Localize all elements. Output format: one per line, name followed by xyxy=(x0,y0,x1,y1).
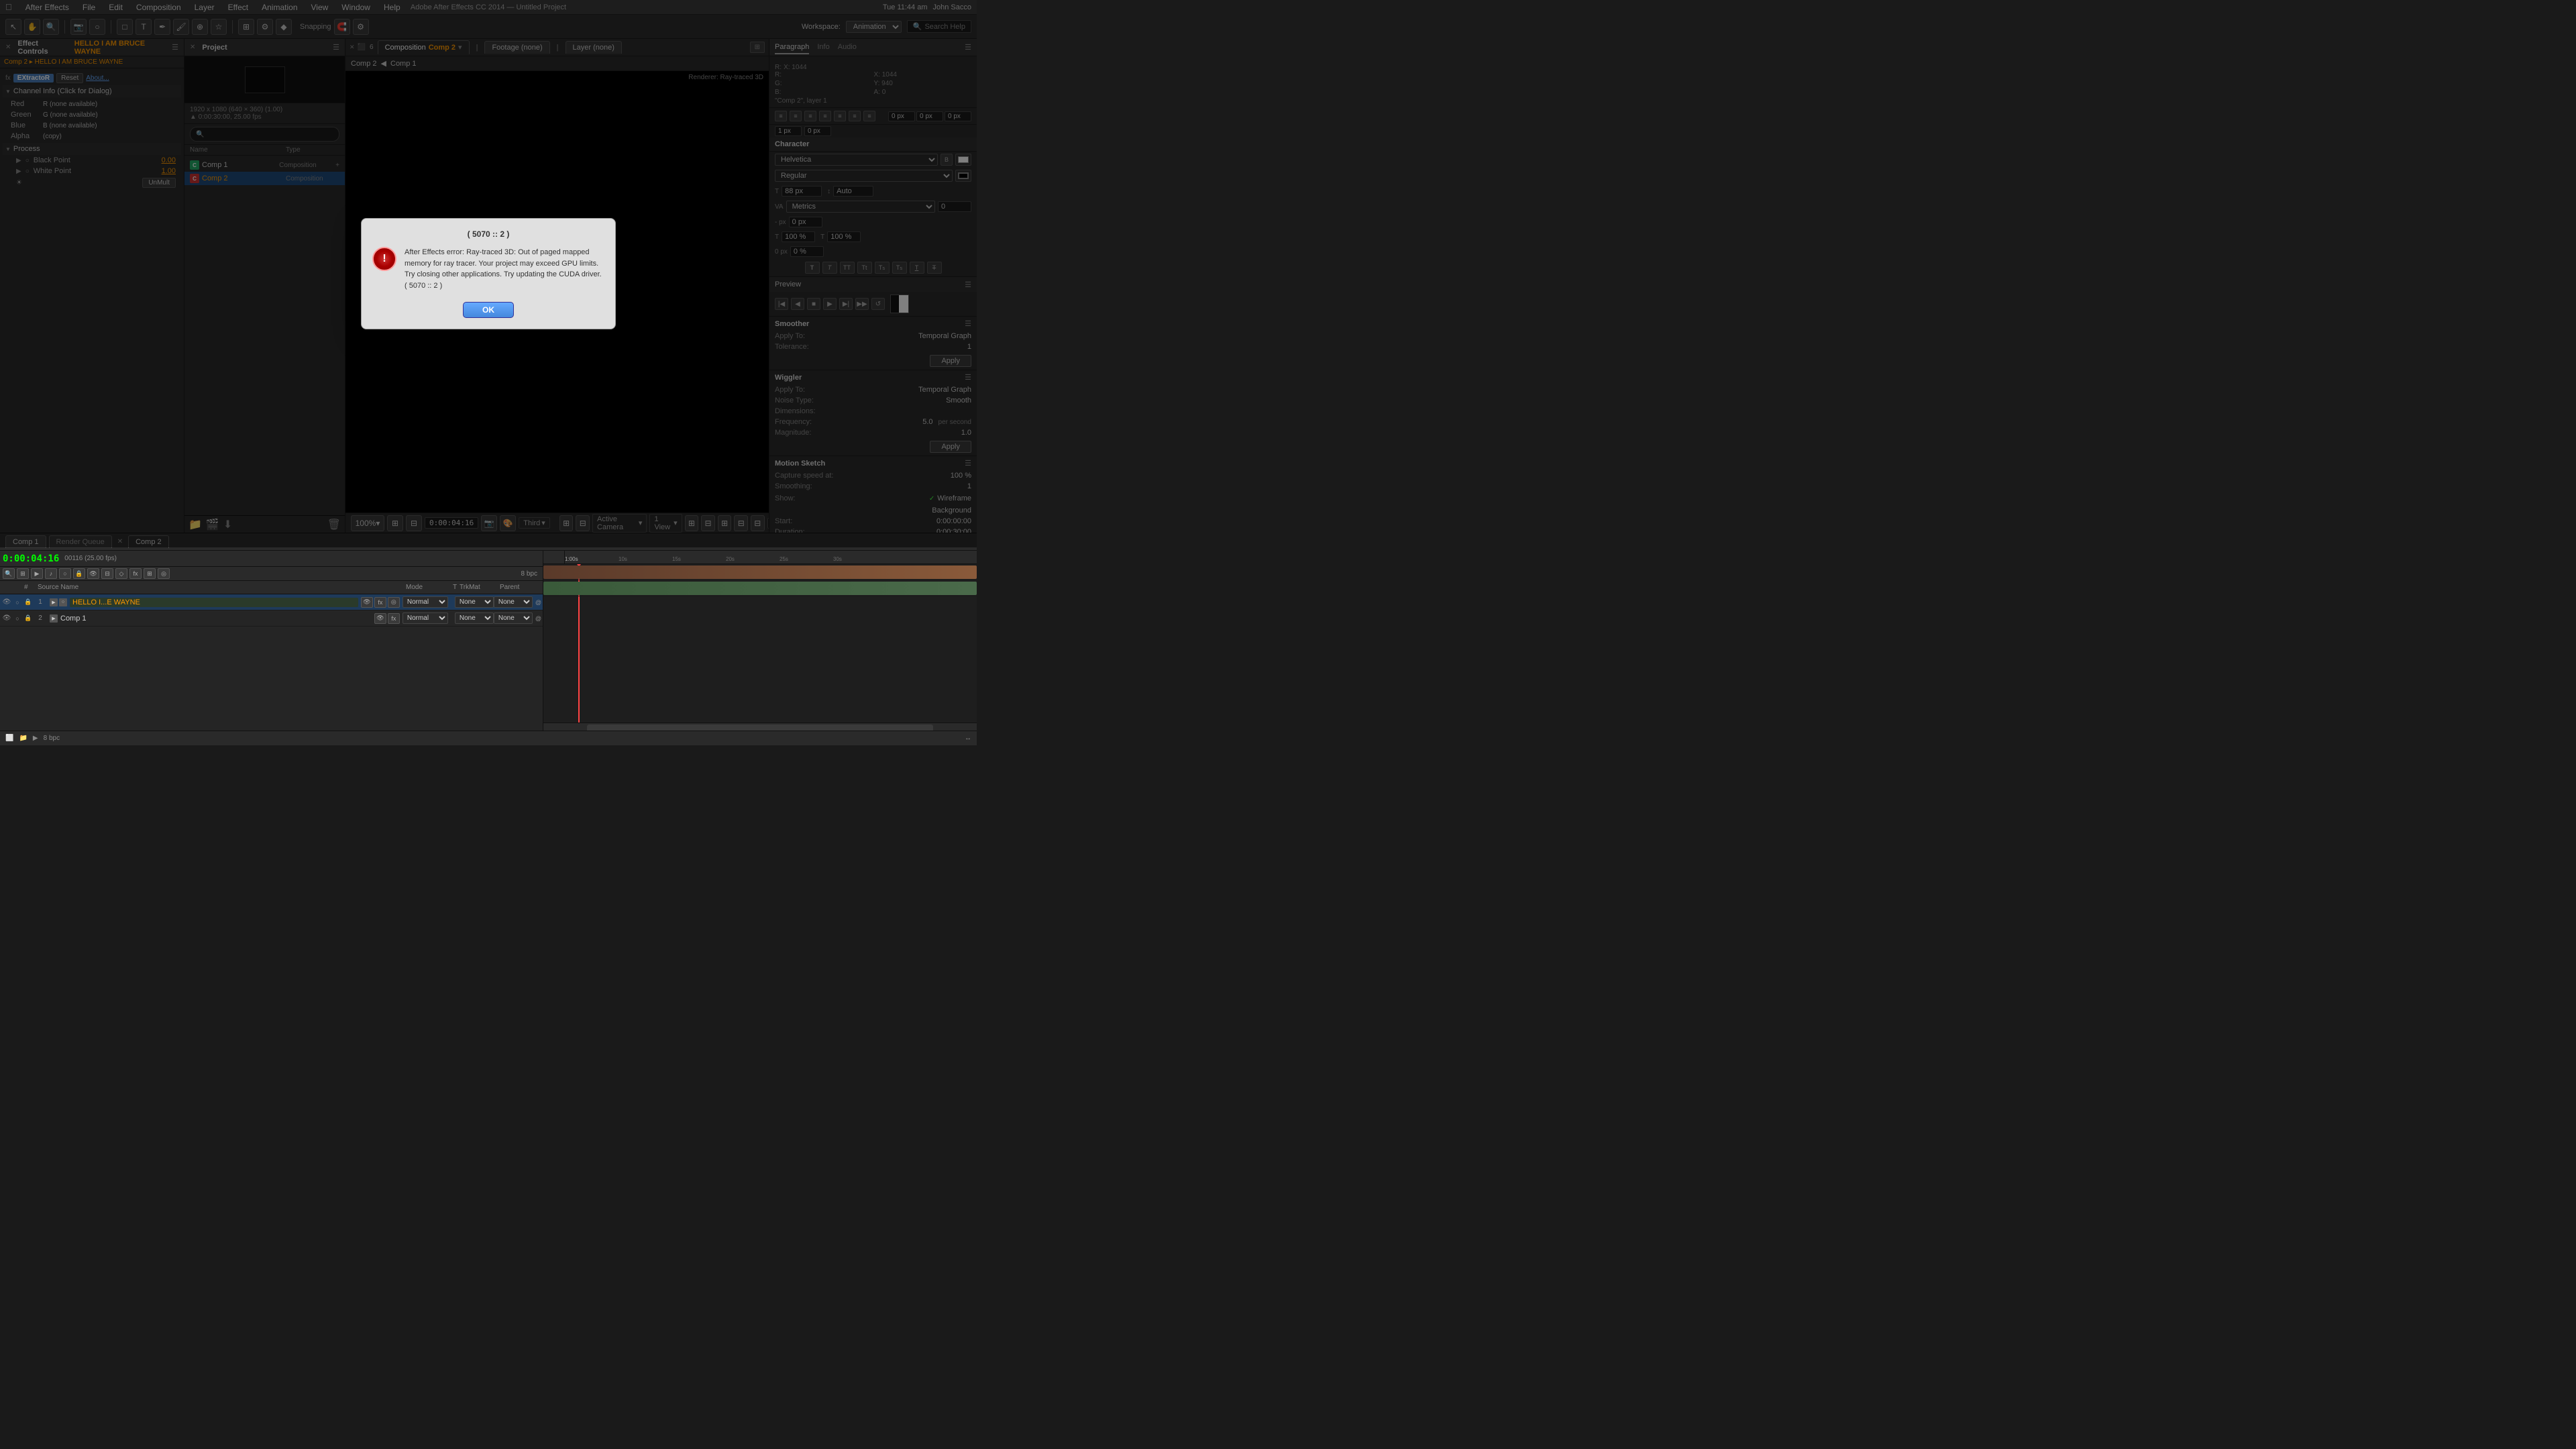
layer-row-2[interactable]: 👁 ○ 🔒 2 ▶ Comp 1 👁 fx Normal None xyxy=(0,610,543,627)
col-mode-header: Mode xyxy=(406,584,453,591)
layer1-num: 1 xyxy=(34,598,47,606)
layer2-fx-switch[interactable]: fx xyxy=(388,613,400,624)
timeline-ruler-marks: 1:00s 10s 15s 20s 25s 30s xyxy=(565,551,974,564)
status-render-icon[interactable]: ▶ xyxy=(33,735,38,742)
layer1-parent-select[interactable]: None xyxy=(494,596,533,608)
timeline-scrollbar-thumb[interactable] xyxy=(587,724,934,731)
layer1-solo[interactable]: ○ xyxy=(12,599,23,606)
timeline-area: Comp 1 Render Queue ✕ Comp 2 0:00:04:16 … xyxy=(0,533,977,731)
modal-overlay: ( 5070 :: 2 ) ! After Effects error: Ray… xyxy=(0,0,977,547)
track-row-2 xyxy=(543,580,977,596)
layer1-solo-btn[interactable]: ○ xyxy=(59,598,67,606)
layer1-lock[interactable]: 🔒 xyxy=(23,598,34,606)
timeline-ruler: 1:00s 10s 15s 20s 25s 30s xyxy=(543,551,977,564)
status-queue-icon[interactable]: ⬜ xyxy=(5,735,13,742)
layer2-eye-icon: 👁 xyxy=(3,614,11,622)
tl-frame-blend-btn[interactable]: ⊞ xyxy=(144,568,156,579)
tl-shy-btn[interactable]: 👁 xyxy=(87,568,99,579)
modal-body: ! After Effects error: Ray-traced 3D: Ou… xyxy=(372,247,604,291)
layer2-pick-whip-icon[interactable]: @ xyxy=(535,615,541,622)
modal-dialog: ( 5070 :: 2 ) ! After Effects error: Ray… xyxy=(361,218,616,329)
layer2-switches: 👁 fx xyxy=(374,613,400,624)
layer1-icons: ▶ ○ xyxy=(50,598,67,606)
layer-row-1[interactable]: 👁 ○ 🔒 1 ▶ ○ HELLO I...E WAYNE 👁 fx ◎ Nor… xyxy=(0,594,543,610)
timeline-content: 0:00:04:16 00116 (25.00 fps) 🔍 ⊞ ▶ ♪ ○ 🔒… xyxy=(0,551,977,731)
timeline-cols-header: # Source Name Mode T TrkMat Parent xyxy=(0,581,543,594)
status-info-icon: ↔ xyxy=(965,735,971,742)
timeline-left-panel: 0:00:04:16 00116 (25.00 fps) 🔍 ⊞ ▶ ♪ ○ 🔒… xyxy=(0,551,543,731)
layer2-shy-switch[interactable]: 👁 xyxy=(374,613,386,624)
layer2-mode-select[interactable]: Normal xyxy=(402,612,448,624)
ruler-mark-2: 15s xyxy=(672,556,681,562)
layer1-lock-icon: 🔒 xyxy=(24,598,32,606)
tl-solo-btn[interactable]: ○ xyxy=(59,568,71,579)
ruler-mark-0: 1:00s xyxy=(565,556,578,562)
modal-title: ( 5070 :: 2 ) xyxy=(372,229,604,239)
layer2-name[interactable]: Comp 1 xyxy=(60,614,372,623)
status-bpc: 8 bpc xyxy=(44,735,60,742)
tl-comp-btn[interactable]: ⊞ xyxy=(17,568,29,579)
layer2-solo[interactable]: ○ xyxy=(12,615,23,622)
timeline-tracks xyxy=(543,564,977,722)
layer1-expand-icon[interactable]: ▶ xyxy=(50,598,58,606)
modal-ok-btn[interactable]: OK xyxy=(463,302,514,318)
layer1-mb-switch[interactable]: ◎ xyxy=(388,597,400,608)
layer1-pick-whip-icon[interactable]: @ xyxy=(535,599,541,606)
layer1-eye-icon: 👁 xyxy=(3,598,11,606)
layer2-solo-icon: ○ xyxy=(15,615,19,622)
track-row-1 xyxy=(543,564,977,580)
modal-footer: OK xyxy=(372,302,604,318)
timeline-ruler-start xyxy=(546,551,565,564)
layer2-lock-icon: 🔒 xyxy=(24,614,32,622)
layer2-expand-icon[interactable]: ▶ xyxy=(50,614,58,623)
ruler-mark-5: 30s xyxy=(833,556,842,562)
timeline-header: 0:00:04:16 00116 (25.00 fps) xyxy=(0,551,543,567)
timeline-scrollbar[interactable] xyxy=(543,722,977,731)
layer1-shy-switch[interactable]: 👁 xyxy=(361,597,373,608)
layer1-mode-select[interactable]: Normal xyxy=(402,596,448,608)
modal-error-icon: ! xyxy=(372,247,396,271)
timeline-timecode[interactable]: 0:00:04:16 xyxy=(3,553,59,564)
tl-motion-blur-btn[interactable]: ◎ xyxy=(158,568,170,579)
layer1-solo-icon: ○ xyxy=(15,599,19,606)
tl-search-icon[interactable]: 🔍 xyxy=(3,568,15,579)
layer2-trkmat-select[interactable]: None xyxy=(455,612,494,624)
col-src-header: Source Name xyxy=(38,584,406,591)
tl-lock-btn[interactable]: 🔒 xyxy=(73,568,85,579)
col-t-header: T xyxy=(453,584,460,591)
layer1-trkmat-select[interactable]: None xyxy=(455,596,494,608)
track-bar-1[interactable] xyxy=(543,566,977,579)
layer2-parent-select[interactable]: None xyxy=(494,612,533,624)
layer1-switches: 👁 fx ◎ xyxy=(361,597,400,608)
col-parent-header: Parent xyxy=(500,584,540,591)
layer1-eye[interactable]: 👁 xyxy=(1,598,12,606)
timeline-right-panel: 1:00s 10s 15s 20s 25s 30s xyxy=(543,551,977,731)
layer2-icons: ▶ xyxy=(50,614,58,623)
status-folder-icon[interactable]: 📁 xyxy=(19,735,27,742)
layer2-eye[interactable]: 👁 xyxy=(1,614,12,622)
ruler-mark-3: 20s xyxy=(726,556,735,562)
ruler-mark-4: 25s xyxy=(780,556,788,562)
col-trkmat-header: TrkMat xyxy=(460,584,500,591)
tl-quality-btn[interactable]: ◇ xyxy=(115,568,127,579)
ruler-mark-1: 10s xyxy=(619,556,627,562)
tl-video-btn[interactable]: ▶ xyxy=(31,568,43,579)
tl-audio-btn[interactable]: ♪ xyxy=(45,568,57,579)
timeline-bpc: 8 bpc xyxy=(519,570,540,578)
layer1-name[interactable]: HELLO I...E WAYNE xyxy=(70,598,358,607)
timeline-fps: 00116 (25.00 fps) xyxy=(64,555,117,562)
layer2-lock[interactable]: 🔒 xyxy=(23,614,34,622)
col-num-header: # xyxy=(24,584,38,591)
modal-message: After Effects error: Ray-traced 3D: Out … xyxy=(405,247,604,291)
status-bar: ⬜ 📁 ▶ 8 bpc ↔ xyxy=(0,731,977,745)
tl-effects-btn[interactable]: fx xyxy=(129,568,142,579)
layer2-num: 2 xyxy=(34,614,47,622)
timeline-tools: 🔍 ⊞ ▶ ♪ ○ 🔒 👁 ⊟ ◇ fx ⊞ ◎ 8 bpc xyxy=(0,567,543,581)
track-bar-2[interactable] xyxy=(543,582,977,595)
layer1-fx-switch[interactable]: fx xyxy=(374,597,386,608)
tl-collapse-btn[interactable]: ⊟ xyxy=(101,568,113,579)
